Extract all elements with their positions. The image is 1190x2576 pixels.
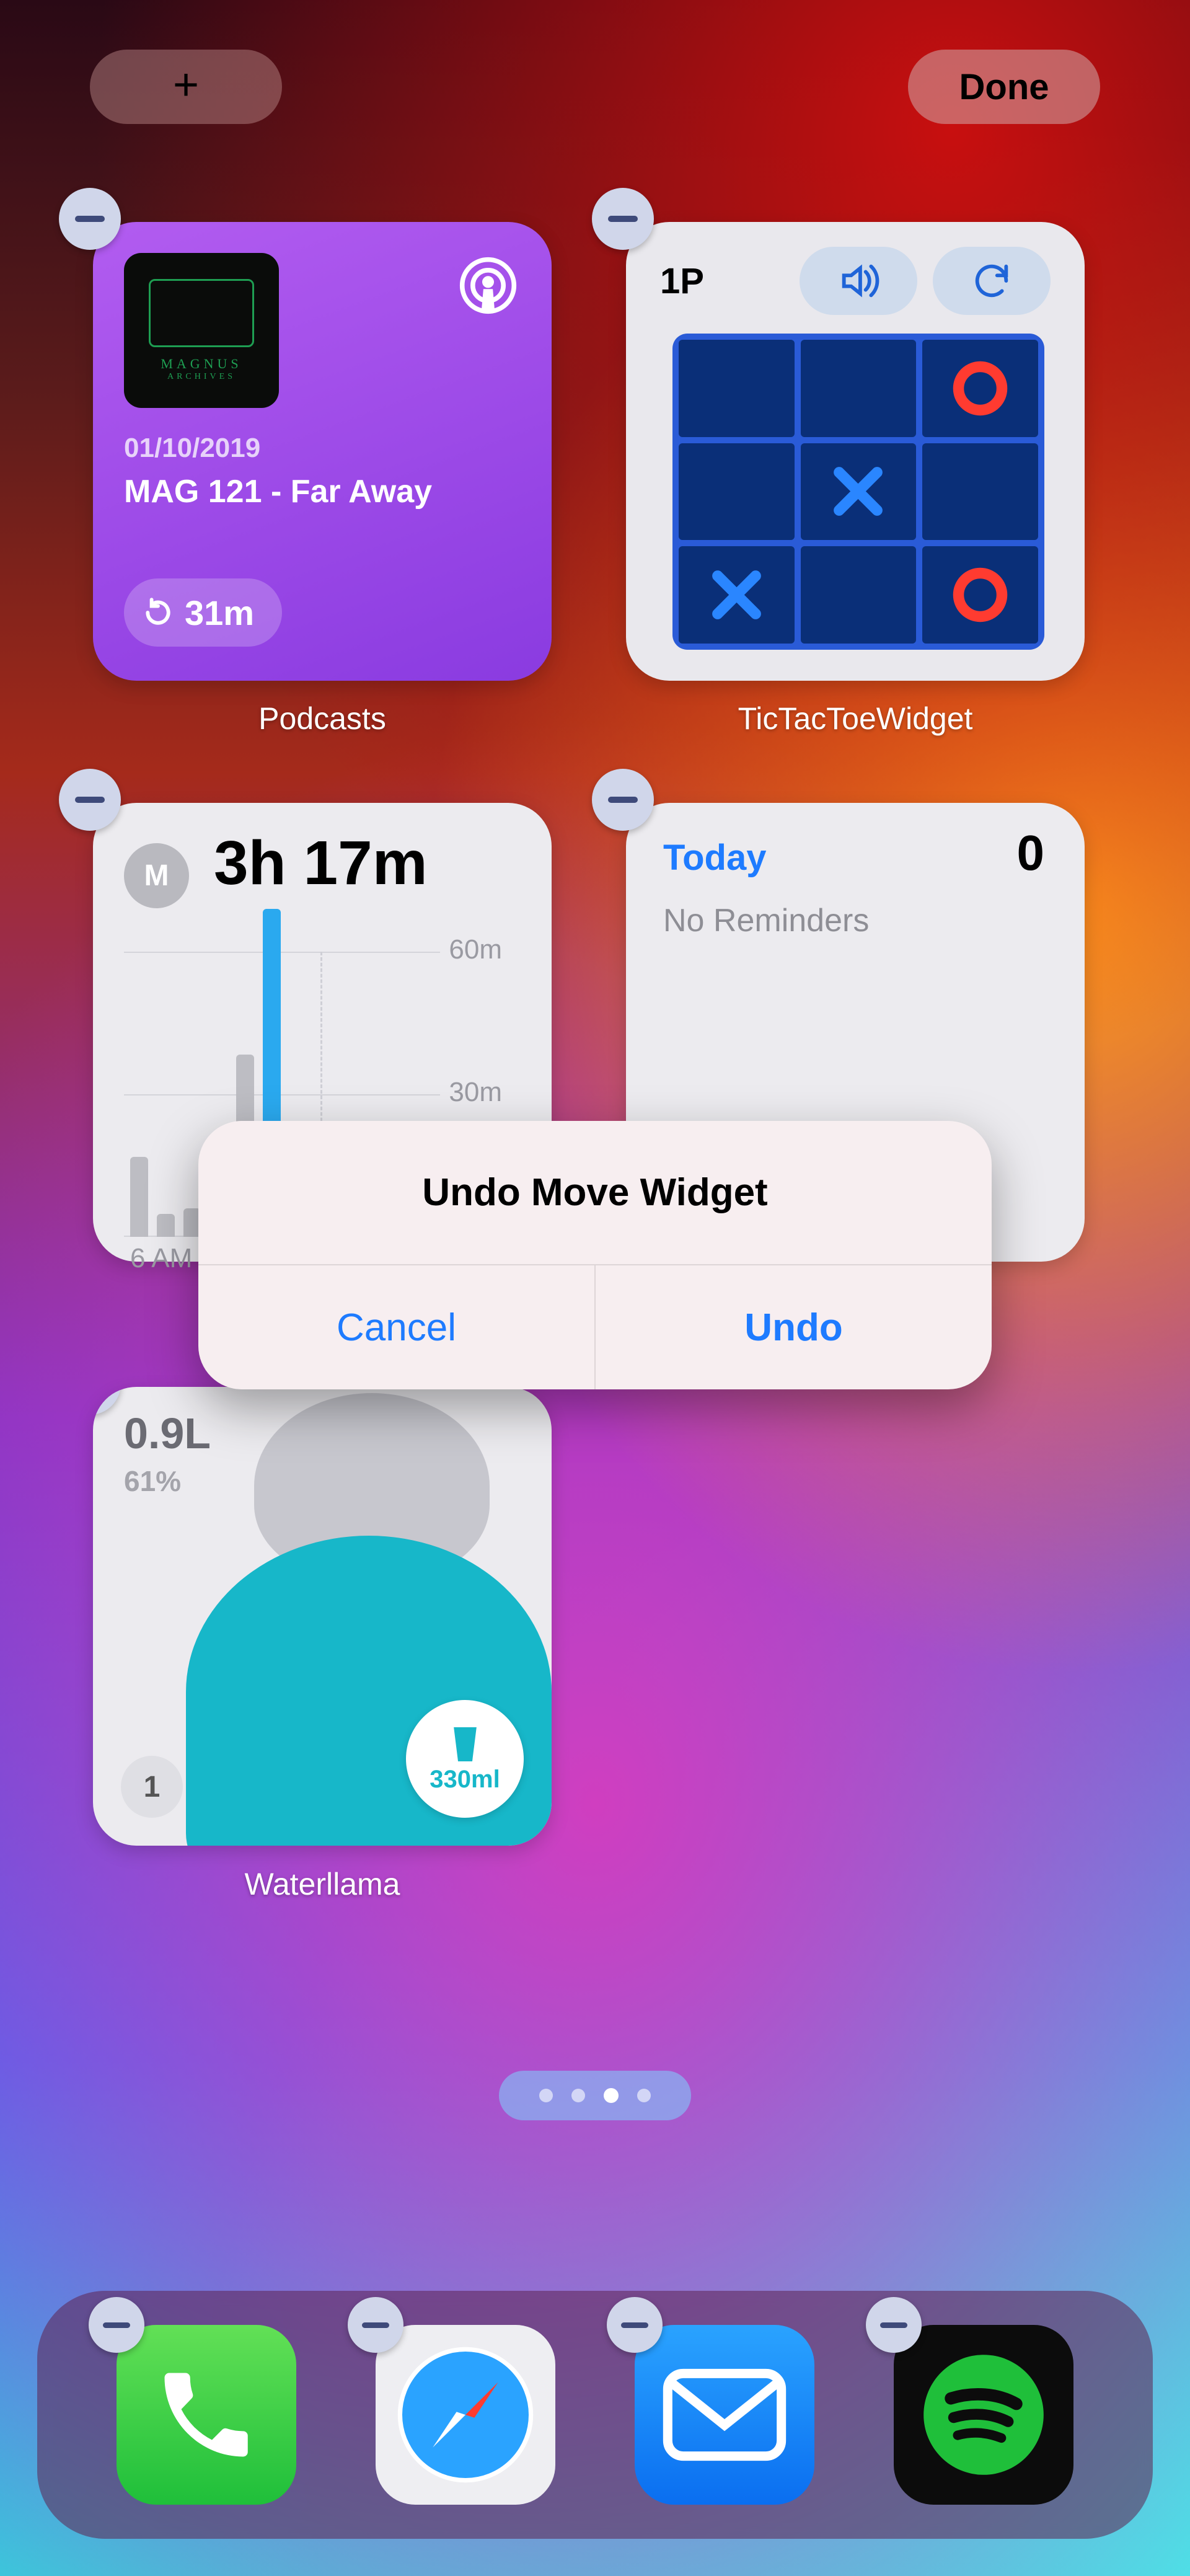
alert-cancel-button[interactable]: Cancel xyxy=(198,1265,594,1389)
alert-backdrop: Undo Move Widget Cancel Undo xyxy=(0,0,1190,2576)
alert-title: Undo Move Widget xyxy=(198,1121,992,1264)
alert-undo-button[interactable]: Undo xyxy=(594,1265,992,1389)
undo-alert: Undo Move Widget Cancel Undo xyxy=(198,1121,992,1389)
